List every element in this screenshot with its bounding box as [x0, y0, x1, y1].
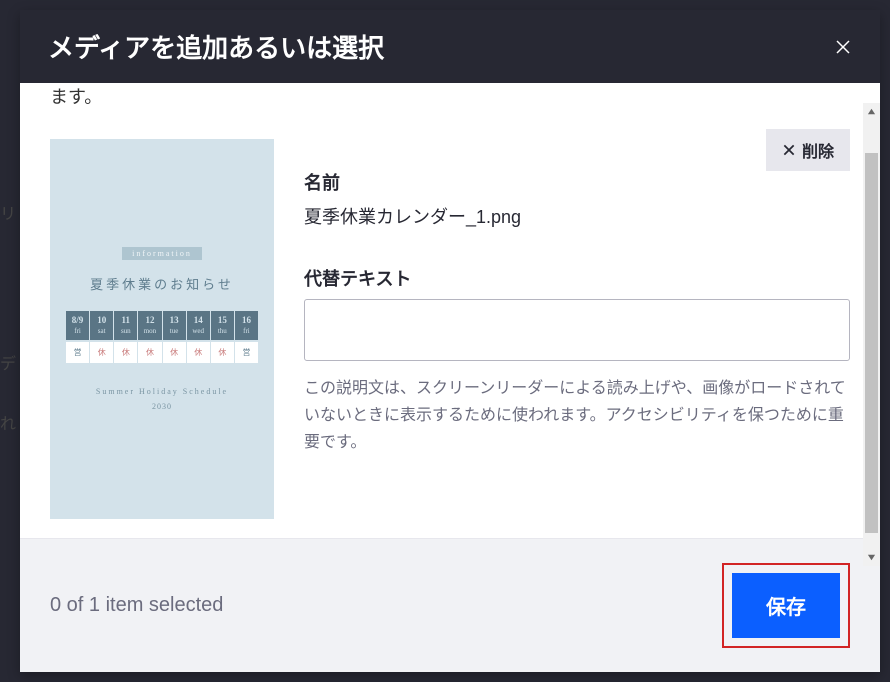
scrollbar-track[interactable] [863, 103, 880, 566]
alt-help-text: この説明文は、スクリーンリーダーによる読み上げや、画像がロードされていないときに… [304, 375, 850, 457]
truncated-text: ます。 [50, 83, 850, 109]
alt-text-label: 代替テキスト [304, 265, 850, 291]
thumb-calendar: 8/9fri 10sat 11sun 12mon 13tue 14wed 15t… [66, 311, 258, 340]
thumb-status-row: 営 休 休 休 休 休 休 営 [66, 342, 258, 363]
thumb-year: 2030 [152, 402, 172, 411]
delete-button[interactable]: 削除 [766, 129, 850, 171]
selection-count: 0 of 1 item selected [50, 594, 223, 617]
delete-label: 削除 [802, 138, 834, 162]
media-modal: メディアを追加あるいは選択 ます。 information 夏季休業のお知らせ … [20, 10, 880, 672]
name-value: 夏季休業カレンダー_1.png [304, 203, 850, 229]
close-icon[interactable] [834, 38, 852, 56]
scroll-up-icon[interactable] [867, 107, 876, 116]
content-row: information 夏季休業のお知らせ 8/9fri 10sat 11sun… [50, 139, 850, 519]
media-details: 削除 名前 夏季休業カレンダー_1.png 代替テキスト この説明文は、スクリー… [304, 139, 850, 457]
alt-text-input[interactable] [304, 299, 850, 361]
modal-title: メディアを追加あるいは選択 [48, 28, 384, 65]
modal-body: ます。 information 夏季休業のお知らせ 8/9fri 10sat 1… [20, 83, 880, 538]
name-label: 名前 [304, 169, 850, 195]
modal-footer: 0 of 1 item selected 保存 [20, 538, 880, 672]
scrollbar-thumb[interactable] [865, 153, 878, 533]
close-icon [782, 143, 796, 157]
thumb-subtitle: Summer Holiday Schedule [96, 387, 228, 396]
modal-header: メディアを追加あるいは選択 [20, 10, 880, 83]
save-button[interactable]: 保存 [732, 573, 840, 638]
scroll-down-icon[interactable] [867, 553, 876, 562]
media-thumbnail[interactable]: information 夏季休業のお知らせ 8/9fri 10sat 11sun… [50, 139, 274, 519]
thumb-badge: information [122, 247, 202, 260]
thumb-title: 夏季休業のお知らせ [90, 274, 234, 293]
save-highlight: 保存 [722, 563, 850, 648]
